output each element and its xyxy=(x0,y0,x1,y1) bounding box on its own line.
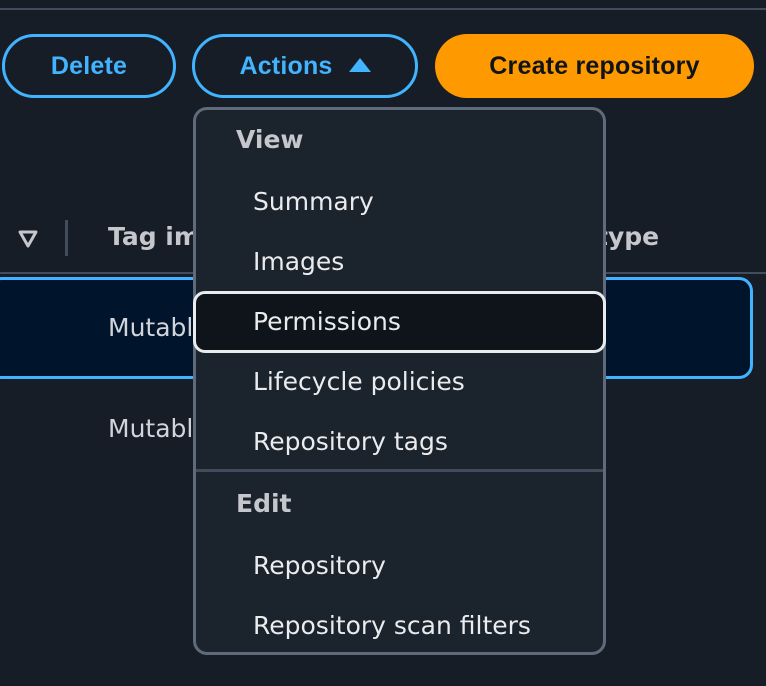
menu-item-summary[interactable]: Summary xyxy=(253,187,374,216)
table-cell-tag-immutability: Mutabl xyxy=(108,414,194,443)
menu-item-images[interactable]: Images xyxy=(253,247,344,276)
menu-item-edit-repository[interactable]: Repository xyxy=(253,551,386,580)
menu-item-repository-scan-filters[interactable]: Repository scan filters xyxy=(253,611,531,640)
top-divider xyxy=(0,8,766,10)
menu-item-repository-tags[interactable]: Repository tags xyxy=(253,427,448,456)
menu-group-view-title: View xyxy=(236,125,304,154)
sort-descending-icon[interactable] xyxy=(18,230,38,248)
actions-dropdown-menu: View Summary Images Permissions Lifecycl… xyxy=(193,107,606,655)
menu-group-divider xyxy=(196,469,603,472)
menu-item-lifecycle-policies[interactable]: Lifecycle policies xyxy=(253,367,465,396)
menu-group-edit-title: Edit xyxy=(236,489,292,518)
table-cell-tag-immutability: Mutabl xyxy=(108,313,194,342)
delete-button[interactable]: Delete xyxy=(2,34,176,98)
actions-button[interactable]: Actions xyxy=(192,34,418,98)
menu-item-permissions[interactable]: Permissions xyxy=(253,307,401,336)
column-header-tag-immutability[interactable]: Tag im xyxy=(108,222,200,251)
caret-up-icon xyxy=(348,58,371,72)
actions-label: Actions xyxy=(239,51,333,80)
column-divider[interactable] xyxy=(65,220,68,256)
create-repository-button[interactable]: Create repository xyxy=(435,34,754,98)
